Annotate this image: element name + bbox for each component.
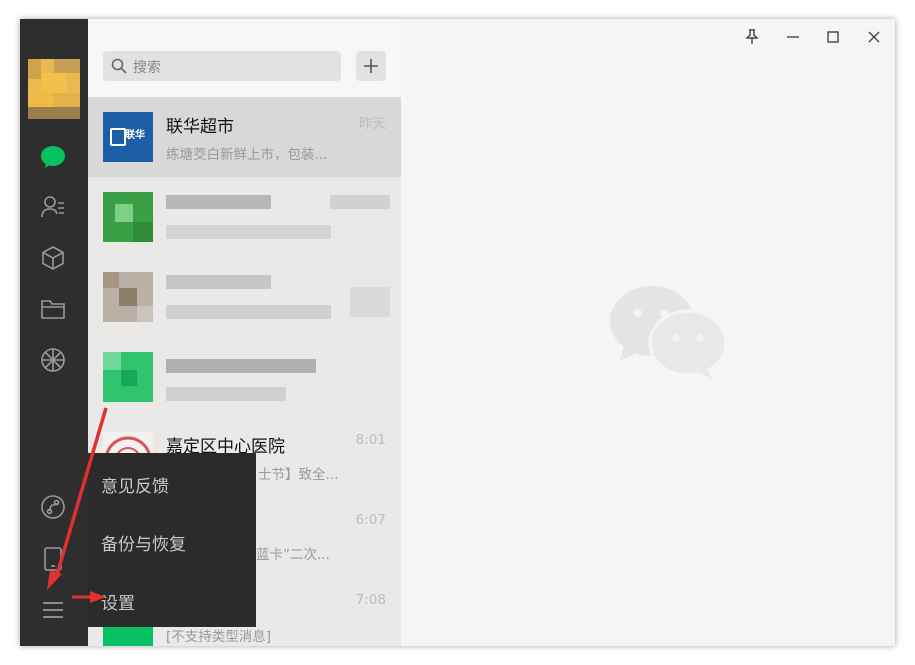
chat-avatar: 联华	[103, 112, 153, 162]
add-chat-button[interactable]	[356, 51, 386, 81]
close-icon[interactable]	[863, 27, 885, 47]
contacts-icon[interactable]	[39, 193, 67, 221]
chat-preview: 士节】致全...	[258, 467, 339, 483]
search-input[interactable]: 搜索	[103, 51, 341, 81]
moments-icon[interactable]	[39, 346, 67, 374]
chat-avatar-blurred	[103, 352, 153, 402]
blurred-name	[166, 359, 316, 373]
sidebar	[20, 19, 88, 646]
blurred-preview	[166, 225, 331, 239]
search-bar: 搜索	[88, 19, 401, 97]
chat-name: 联华超市	[166, 117, 234, 137]
wechat-window: 搜索 联华 联华超市 练塘茭白新鲜上市，包装... 昨天 嘉定区中心医院 士节】…	[20, 19, 895, 646]
blurred-time	[330, 195, 390, 209]
user-avatar[interactable]	[28, 59, 80, 119]
chat-time: 8:01	[355, 432, 386, 448]
blurred-name	[166, 195, 271, 209]
chat-item-blurred[interactable]	[88, 337, 401, 417]
menu-item-feedback[interactable]: 意见反馈	[101, 472, 169, 497]
search-icon	[111, 58, 127, 74]
chat-preview: 蓝卡”二次...	[256, 547, 330, 563]
blurred-time	[350, 287, 390, 317]
lianhua-logo-text: 联华	[125, 130, 145, 141]
menu-item-backup[interactable]: 备份与恢复	[101, 530, 186, 555]
chat-avatar-blurred	[103, 192, 153, 242]
chat-avatar-blurred	[103, 272, 153, 322]
chat-item-lianhua[interactable]: 联华 联华超市 练塘茭白新鲜上市，包装... 昨天	[88, 97, 401, 177]
chat-item-blurred[interactable]	[88, 177, 401, 257]
search-placeholder: 搜索	[133, 60, 161, 76]
chat-time: 6:07	[355, 512, 386, 528]
minimize-icon[interactable]	[782, 27, 804, 47]
chat-item-blurred[interactable]	[88, 257, 401, 337]
favorites-icon[interactable]	[39, 244, 67, 272]
phone-icon[interactable]	[39, 545, 67, 573]
files-icon[interactable]	[39, 295, 67, 323]
main-panel	[401, 19, 895, 646]
chat-time: 7:08	[355, 592, 386, 608]
mini-program-icon[interactable]	[39, 493, 67, 521]
chat-icon[interactable]	[39, 143, 67, 171]
chat-preview: 练塘茭白新鲜上市，包装...	[166, 147, 328, 163]
pin-icon[interactable]	[741, 27, 763, 47]
blurred-preview	[166, 305, 331, 319]
blurred-preview	[166, 387, 286, 401]
menu-item-settings[interactable]: 设置	[101, 589, 135, 614]
settings-menu: 意见反馈 备份与恢复 设置	[88, 453, 256, 627]
lianhua-logo-mark	[110, 128, 126, 146]
chat-preview: [不支持类型消息]	[166, 629, 272, 645]
wechat-logo-watermark	[610, 286, 728, 379]
chat-time: 昨天	[359, 116, 386, 132]
menu-icon[interactable]	[39, 596, 67, 624]
maximize-icon[interactable]	[822, 27, 844, 47]
blurred-name	[166, 275, 271, 289]
chat-avatar	[103, 627, 153, 646]
plus-icon	[364, 59, 378, 73]
